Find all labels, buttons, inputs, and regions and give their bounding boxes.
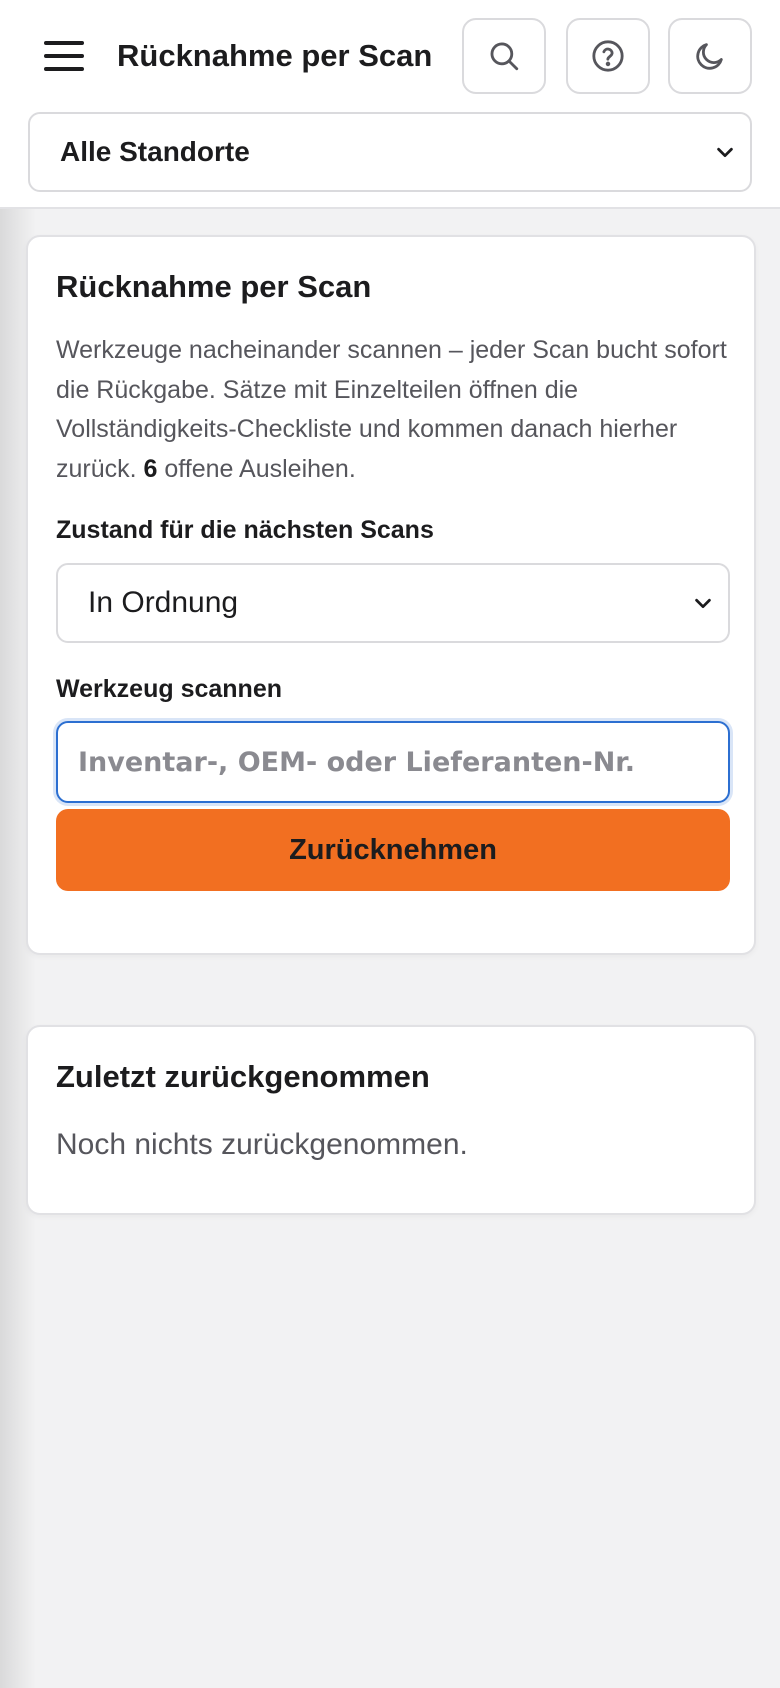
- scan-label: Werkzeug scannen: [56, 675, 283, 703]
- search-button[interactable]: [462, 18, 546, 94]
- top-bar: Rücknahme per Scan Alle Standorte: [0, 0, 780, 209]
- return-button[interactable]: Zurücknehmen: [56, 809, 730, 891]
- menu-button[interactable]: [34, 30, 94, 82]
- empty-state-text: Noch nichts zurückgenommen.: [56, 1128, 468, 1161]
- return-scan-card: Rücknahme per Scan Werkzeuge nacheinande…: [26, 235, 756, 955]
- recent-returns-card: Zuletzt zurückgenommen Noch nichts zurüc…: [26, 1025, 756, 1215]
- search-icon: [490, 42, 519, 71]
- card-description: Werkzeuge nacheinander scannen – jeder S…: [56, 336, 727, 483]
- moon-icon: [696, 43, 723, 70]
- help-circle-icon: [592, 40, 624, 72]
- chevron-down-icon: [695, 598, 711, 609]
- location-select[interactable]: Alle Standorte: [28, 112, 752, 192]
- hamburger-menu-icon: [44, 41, 84, 45]
- condition-label: Zustand für die nächsten Scans: [56, 516, 434, 544]
- recent-returns-title: Zuletzt zurückgenommen: [56, 1059, 430, 1094]
- page-title: Rücknahme per Scan: [117, 38, 433, 73]
- theme-toggle-button[interactable]: [668, 18, 752, 94]
- location-select-value: Alle Standorte: [60, 136, 250, 167]
- open-loans-count: 6: [143, 454, 158, 483]
- condition-select-value: In Ordnung: [88, 586, 239, 619]
- scan-input[interactable]: [56, 721, 730, 803]
- condition-select[interactable]: In Ordnung: [56, 563, 730, 643]
- help-button[interactable]: [566, 18, 650, 94]
- chevron-down-icon: [717, 147, 733, 158]
- card-title: Rücknahme per Scan: [56, 269, 372, 304]
